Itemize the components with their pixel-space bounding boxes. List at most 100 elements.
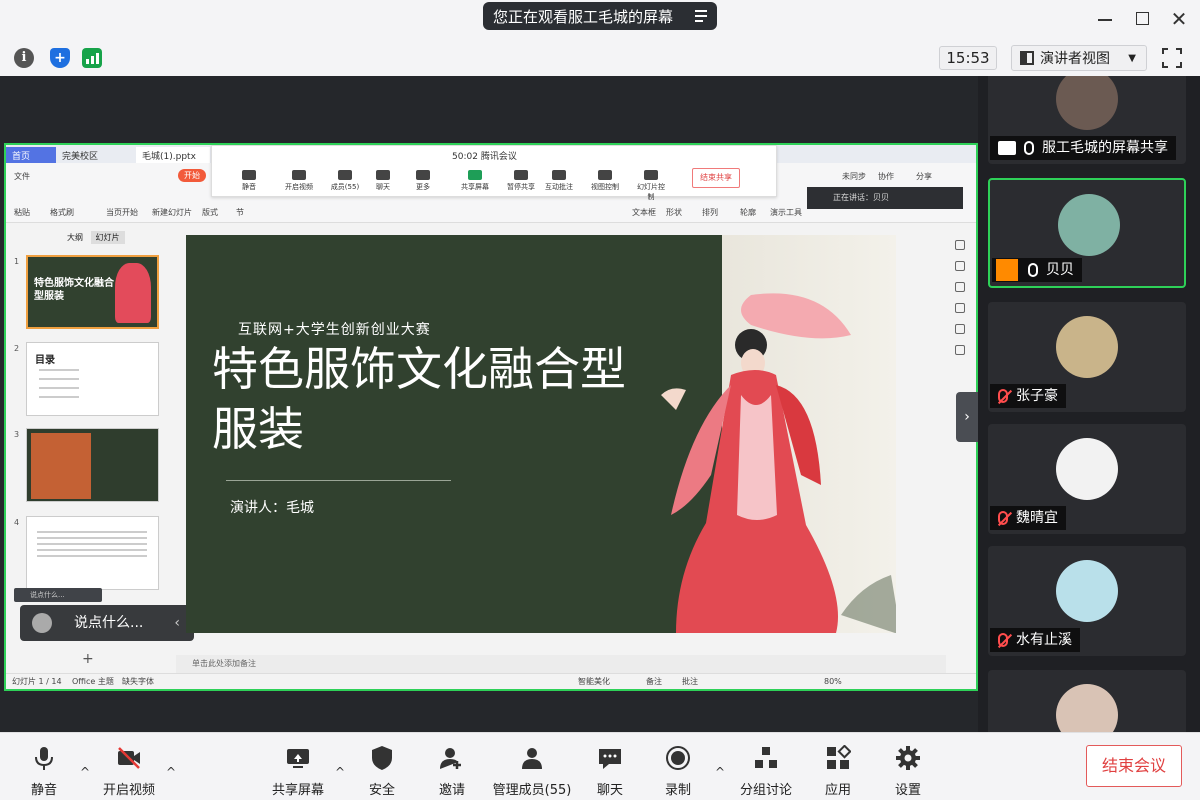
ribbon-paste[interactable]: 粘贴 [14, 207, 30, 218]
invite-button[interactable]: 邀请 [434, 745, 470, 798]
slide-thumb-2[interactable]: 目录 [26, 342, 159, 416]
chat-button[interactable]: 聊天 [592, 745, 628, 798]
chat-input-bubble[interactable]: 说点什么... ‹ [20, 605, 194, 641]
share-screen-button[interactable]: 共享屏幕 [268, 745, 328, 798]
ribbon-textbox[interactable]: 文本框 [632, 207, 656, 218]
notes-bar[interactable]: 单击此处添加备注 [176, 655, 946, 673]
slide-thumb-3[interactable] [26, 428, 159, 502]
shield-icon[interactable]: + [50, 48, 70, 68]
microphone-icon [35, 747, 53, 770]
chat-chip[interactable]: 说点什么... [14, 588, 102, 602]
ribbon-present-tools[interactable]: 演示工具 [770, 207, 802, 218]
record-button[interactable]: 录制 [660, 745, 696, 798]
fb-view-control-button[interactable]: 视图控制 [590, 170, 620, 192]
avatar [1056, 76, 1118, 130]
participant-tile[interactable]: 水有止溪 [988, 546, 1186, 656]
ribbon-unsynced[interactable]: 未同步 [842, 171, 866, 182]
bottom-control-bar: 静音 ^ 开启视频 ^ 共享屏幕 ^ 安全 邀请 管理成员(55) 聊天 录制 … [0, 732, 1200, 800]
fb-annotate-button[interactable]: 互动批注 [544, 170, 574, 192]
participant-tile[interactable]: 魏晴宜 [988, 424, 1186, 534]
tab-pptx[interactable]: 毛城(1).pptx [136, 147, 210, 163]
collapse-panel-icon[interactable]: › [956, 392, 978, 442]
shared-screen[interactable]: 首页 完美校区 毛城(1).pptx 文件 开始 粘贴 格式刷 当页开始 新建幻… [4, 143, 978, 691]
tab-outline[interactable]: 大纲 [62, 231, 88, 244]
chevron-up-icon[interactable]: ^ [166, 765, 176, 779]
security-button[interactable]: 安全 [364, 745, 400, 798]
settings-button[interactable]: 设置 [890, 745, 926, 798]
fb-video-button[interactable]: 开启视频 [284, 170, 314, 192]
participant-tile[interactable]: 服工毛城的屏幕共享 [988, 76, 1186, 164]
signal-icon[interactable] [82, 48, 102, 68]
ribbon-layout[interactable]: 版式 [202, 207, 218, 218]
ribbon-arrange[interactable]: 排列 [702, 207, 718, 218]
theme-name: Office 主题 [72, 677, 114, 686]
slide-canvas[interactable]: 互联网+大学生创新创业大赛 特色服饰文化融合型服装 演讲人：毛城 [186, 235, 896, 633]
maximize-icon[interactable] [1134, 10, 1152, 28]
notes-toggle[interactable]: 备注 [646, 674, 662, 689]
ribbon-play-current[interactable]: 当页开始 [106, 207, 138, 218]
ribbon-format-painter[interactable]: 格式刷 [50, 207, 74, 218]
tool-icon[interactable] [955, 324, 965, 334]
chevron-down-icon: ▼ [1128, 52, 1136, 64]
video-label: 开启视频 [102, 783, 155, 798]
tool-icon[interactable] [955, 303, 965, 313]
zoom-level[interactable]: 80% [824, 674, 842, 689]
share-screen-icon [287, 749, 309, 768]
ribbon-share[interactable]: 分享 [916, 171, 932, 182]
tool-icon[interactable] [955, 345, 965, 355]
fb-chat-button[interactable]: 聊天 [368, 170, 398, 192]
participant-tile[interactable]: 贝贝 [988, 178, 1186, 288]
chevron-up-icon[interactable]: ^ [715, 765, 725, 779]
fullscreen-icon[interactable] [1162, 48, 1182, 68]
fb-more-button[interactable]: 更多 [408, 170, 438, 192]
ribbon-outline[interactable]: 轮廓 [740, 207, 756, 218]
tool-icon[interactable] [955, 282, 965, 292]
fb-slide-control-button[interactable]: 幻灯片控制 [636, 170, 666, 202]
fb-members-button[interactable]: 成员(55) [330, 170, 360, 192]
minimize-icon[interactable] [1096, 10, 1114, 28]
menu-icon[interactable] [695, 10, 707, 25]
participant-tile[interactable]: 张子豪 [988, 302, 1186, 412]
thumb-figure [115, 263, 151, 323]
chevron-up-icon[interactable]: ^ [80, 765, 90, 779]
slide-thumb-4[interactable] [26, 516, 159, 590]
end-share-button[interactable]: 结束共享 [692, 168, 740, 188]
comments-toggle[interactable]: 批注 [682, 674, 698, 689]
participant-tile[interactable] [988, 670, 1186, 732]
breakout-icon [755, 747, 777, 768]
add-slide-icon[interactable]: + [82, 651, 94, 667]
ribbon-section[interactable]: 节 [236, 207, 244, 218]
tab-home[interactable]: 首页 [6, 147, 56, 163]
tab-slides[interactable]: 幻灯片 [90, 231, 125, 244]
slide-control-icon [644, 170, 658, 180]
thumb-lines [37, 531, 147, 533]
mute-button[interactable]: 静音 [24, 745, 64, 798]
start-button[interactable]: 开始 [178, 169, 206, 182]
breakout-button[interactable]: 分组讨论 [736, 745, 796, 798]
video-button[interactable]: 开启视频 [100, 745, 158, 798]
ribbon-file[interactable]: 文件 [14, 171, 30, 182]
tab-doc[interactable]: 完美校区 [56, 147, 134, 163]
missing-fonts[interactable]: 缺失字体 [122, 674, 154, 689]
microphone-muted-icon [998, 511, 1008, 525]
ribbon-new-slide[interactable]: 新建幻灯片 [152, 207, 192, 218]
smart-beautify[interactable]: 智能美化 [578, 674, 610, 689]
fb-pause-share-button[interactable]: 暂停共享 [506, 170, 536, 192]
tool-icon[interactable] [955, 261, 965, 271]
chevron-left-icon[interactable]: ‹ [174, 605, 180, 641]
view-mode-dropdown[interactable]: 演讲者视图 ▼ [1011, 45, 1147, 71]
ribbon-shape[interactable]: 形状 [666, 207, 682, 218]
close-icon[interactable]: ✕ [1170, 9, 1188, 29]
info-icon[interactable]: i [14, 48, 34, 68]
fb-share-button[interactable]: 共享屏幕 [460, 170, 490, 192]
manage-members-button[interactable]: 管理成员(55) [492, 745, 572, 798]
avatar [1056, 438, 1118, 500]
chevron-up-icon[interactable]: ^ [335, 765, 345, 779]
end-meeting-button[interactable]: 结束会议 [1086, 745, 1182, 787]
tool-icon[interactable] [955, 240, 965, 250]
ribbon-collab[interactable]: 协作 [878, 171, 894, 182]
apps-button[interactable]: 应用 [820, 744, 856, 798]
slide-thumb-1[interactable]: 特色服饰文化融合型服装 [26, 255, 159, 329]
fb-mute-button[interactable]: 静音 [234, 170, 264, 192]
screen-share-indicator[interactable]: 您正在观看服工毛城的屏幕 [483, 2, 717, 30]
